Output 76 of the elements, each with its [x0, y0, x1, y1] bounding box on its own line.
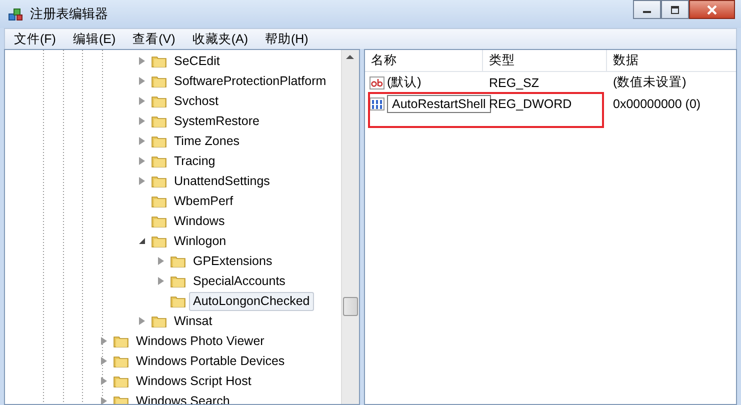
tree-item[interactable]: SystemRestore [170, 112, 264, 130]
folder-icon [151, 134, 167, 148]
menu-item[interactable]: 编辑(E) [64, 30, 124, 48]
value-type: REG_SZ [488, 76, 540, 90]
binary-value-icon [369, 96, 385, 112]
folder-icon [113, 334, 129, 348]
menu-item[interactable]: 收藏夹(A) [183, 30, 256, 48]
folder-icon [151, 234, 167, 248]
tree-item[interactable]: SpecialAccounts [189, 272, 290, 290]
expand-arrow-icon[interactable] [101, 397, 107, 404]
scroll-up-icon[interactable] [345, 53, 355, 61]
expand-arrow-icon[interactable] [101, 357, 107, 365]
string-value-icon [369, 74, 385, 90]
folder-icon [170, 294, 186, 308]
value-name[interactable]: (默认) [387, 74, 422, 91]
tree-item[interactable]: Time Zones [170, 132, 244, 150]
expand-arrow-icon[interactable] [158, 277, 164, 285]
window-title: 注册表编辑器 [30, 5, 108, 23]
expand-arrow-icon[interactable] [139, 317, 145, 325]
scrollbar[interactable] [341, 50, 359, 404]
collapse-arrow-icon[interactable] [139, 238, 145, 244]
folder-icon [113, 354, 129, 368]
value-data: 0x00000000 (0) [612, 96, 701, 110]
folder-icon [170, 254, 186, 268]
tree-item[interactable]: WbemPerf [170, 192, 238, 210]
tree-item[interactable]: AutoLongonChecked [189, 292, 314, 310]
folder-icon [170, 274, 186, 288]
tree-item[interactable]: Winlogon [170, 232, 230, 250]
tree-item[interactable]: SoftwareProtectionPlatform [170, 72, 330, 90]
tree-item[interactable]: GPExtensions [189, 252, 276, 270]
tree-item[interactable]: Svchost [170, 92, 222, 110]
value-data: (数值未设置) [612, 74, 686, 91]
folder-icon [151, 154, 167, 168]
column-header[interactable]: 名称 [365, 50, 483, 71]
value-type: REG_DWORD [488, 96, 573, 110]
cubes-icon [8, 6, 24, 22]
expand-arrow-icon[interactable] [139, 57, 145, 65]
close-button[interactable] [689, 0, 735, 19]
folder-icon [151, 54, 167, 68]
expand-arrow-icon[interactable] [139, 77, 145, 85]
tree-item[interactable]: SeCEdit [170, 52, 224, 70]
expand-arrow-icon[interactable] [139, 117, 145, 125]
folder-icon [151, 214, 167, 228]
folder-icon [151, 194, 167, 208]
tree-item[interactable]: Windows Script Host [132, 372, 256, 390]
folder-icon [151, 114, 167, 128]
maximize-button[interactable] [661, 0, 689, 19]
expand-arrow-icon[interactable] [139, 157, 145, 165]
folder-icon [113, 394, 129, 404]
folder-icon [151, 314, 167, 328]
name-edit-field[interactable]: AutoRestartShell [387, 94, 491, 112]
tree-item[interactable]: Windows Portable Devices [132, 352, 289, 370]
folder-icon [151, 174, 167, 188]
folder-icon [113, 374, 129, 388]
folder-icon [151, 94, 167, 108]
expand-arrow-icon[interactable] [101, 337, 107, 345]
tree-item[interactable]: Windows [170, 212, 229, 230]
expand-arrow-icon[interactable] [101, 377, 107, 385]
menu-item[interactable]: 查看(V) [124, 30, 184, 48]
expand-arrow-icon[interactable] [158, 257, 164, 265]
close-icon [707, 4, 717, 14]
menu-item[interactable]: 帮助(H) [256, 30, 316, 48]
menu-item[interactable]: 文件(F) [5, 30, 64, 48]
column-header[interactable]: 类型 [483, 50, 607, 71]
tree-item[interactable]: UnattendSettings [170, 172, 274, 190]
minimize-button[interactable] [633, 0, 661, 19]
expand-arrow-icon[interactable] [139, 177, 145, 185]
column-header[interactable]: 数据 [607, 50, 736, 71]
expand-arrow-icon[interactable] [139, 97, 145, 105]
scrollbar-thumb[interactable] [343, 297, 358, 316]
tree-item[interactable]: Winsat [170, 312, 216, 330]
tree-item[interactable]: Tracing [170, 152, 220, 170]
folder-icon [151, 74, 167, 88]
tree-item[interactable]: Windows Photo Viewer [132, 332, 268, 350]
expand-arrow-icon[interactable] [139, 137, 145, 145]
maximize-icon [670, 6, 680, 14]
